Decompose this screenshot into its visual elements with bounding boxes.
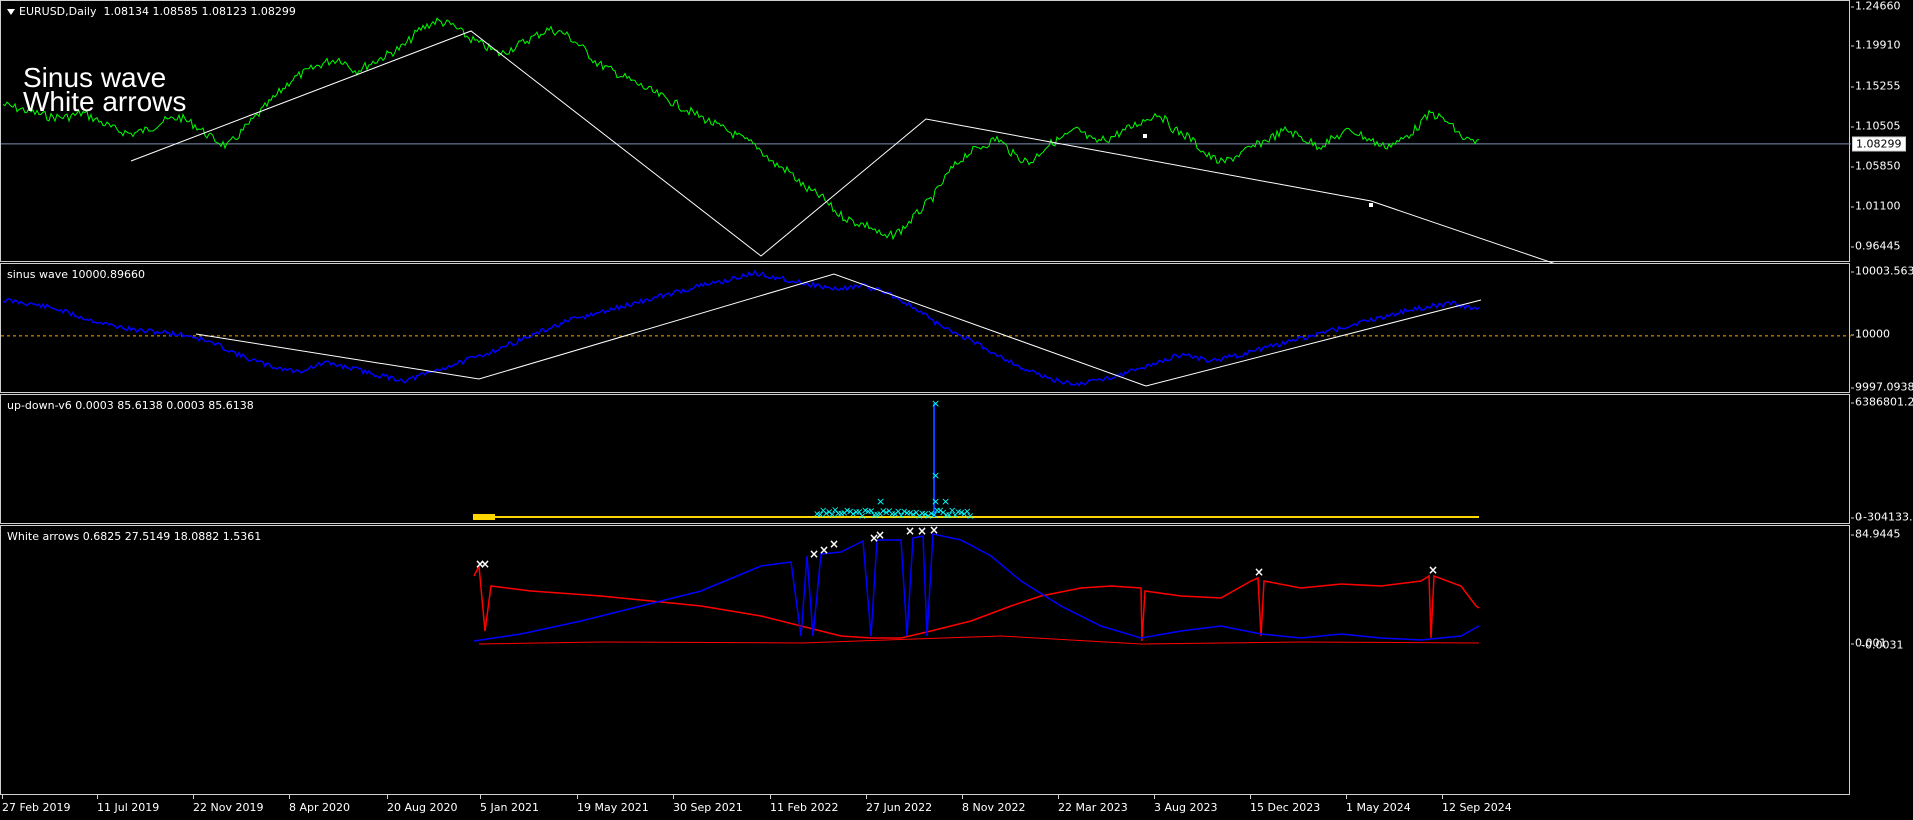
sinus-series [2,269,1480,387]
time-label: 12 Sep 2024 [1442,795,1512,814]
time-label: 8 Apr 2020 [289,795,351,814]
time-label: 22 Mar 2023 [1058,795,1128,814]
current-price-tag: 1.08299 [1852,136,1906,152]
up-down-axis[interactable]: 6386801.2 0 -304133.39 [1851,394,1913,524]
price-tick: 0.96445 [1851,239,1901,253]
price-chart-svg [1,17,1851,263]
time-label: 8 Nov 2022 [962,795,1026,814]
sinus-wave-label: sinus wave 10000.89660 [7,268,145,281]
price-tick: 1.10505 [1851,119,1901,133]
time-axis[interactable]: 27 Feb 2019 11 Jul 2019 22 Nov 2019 8 Apr 2… [0,795,1850,820]
white-arrow-marker: × [819,543,829,557]
white-arrow-marker: × [1254,565,1264,579]
white-arrow-marker: × [917,526,927,538]
ohlc-values: 1.08134 1.08585 1.08123 1.08299 [103,5,296,18]
white-arrows-pane[interactable]: × × × × × × × × × × × × White arrows 0.6825 27.5149… [0,525,1850,795]
white-arrow-marker: × [829,537,839,551]
time-label: 22 Nov 2019 [193,795,264,814]
wave-anchor-point [1369,203,1373,207]
overlay-label-arrows: White arrows [23,86,187,117]
up-down-cross-marker: × [876,495,885,508]
red-indicator-line [473,563,1480,642]
sinus-axis[interactable]: 10003.563 10000 9997.0938 [1851,263,1913,394]
up-down-pane[interactable]: × × × × × × × × × × × × × × × × × × × × × × × × × × × × × × × × × × × × × × × ×… [0,394,1850,524]
dropdown-triangle-icon[interactable] [7,9,15,15]
symbol-header: EURUSD,Daily 1.08134 1.08585 1.08123 1.0… [7,5,296,18]
sinus-tick: 10000 [1851,327,1890,341]
price-tick: 1.05850 [1851,159,1901,173]
time-label: 11 Feb 2022 [770,795,839,814]
time-label: 11 Jul 2019 [97,795,160,814]
wave-anchor-point [1143,134,1147,138]
main-chart-pane[interactable]: EURUSD,Daily 1.08134 1.08585 1.08123 1.0… [0,0,1851,263]
blue-indicator-line [473,533,1480,642]
up-down-cross-marker: × [941,495,950,508]
white-arrow-marker: × [1428,563,1438,577]
up-down-cross-marker: × [931,469,940,482]
up-down-label: up-down-v6 0.0003 85.6138 0.0003 85.6138 [7,399,254,412]
time-label: 20 Aug 2020 [387,795,458,814]
white-arrows-svg: ××× × × ×× × × ×× × [473,526,1480,645]
time-label: 27 Feb 2019 [2,795,71,814]
arrows-axis[interactable]: 84.9445 0.001 -0.0031 [1851,525,1913,795]
sinus-tick: 10003.563 [1851,264,1913,278]
arrows-tick: 84.9445 [1851,527,1901,541]
up-down-cross-marker: × [931,495,940,508]
price-series [2,17,1480,241]
time-label: 27 Jun 2022 [866,795,933,814]
white-arrow-marker: × [875,528,885,542]
white-arrow-marker: × [905,526,915,538]
price-tick: 1.19910 [1851,38,1901,52]
arrows-tick: -0.0031 [1856,638,1904,652]
price-tick: 1.24660 [1851,0,1901,13]
time-label: 1 May 2024 [1346,795,1411,814]
up-down-cross-marker: × [931,397,940,410]
white-arrow-marker: × [809,547,819,561]
symbol-label: EURUSD,Daily [19,5,97,18]
white-arrow-marker: × [929,526,939,537]
up-down-tick: 6386801.2 [1851,395,1913,409]
sinus-wave-svg [1,269,1851,387]
red-baseline-line [478,635,1480,645]
time-label: 19 May 2021 [577,795,649,814]
up-down-cross-marker: × [966,511,974,522]
up-down-tick: -304133.39 [1858,511,1913,524]
up-down-marker-cluster [473,514,495,520]
sinus-wave-pane[interactable]: sinus wave 10000.89660 [0,263,1851,393]
time-label: 30 Sep 2021 [673,795,743,814]
white-arrows-label: White arrows 0.6825 27.5149 18.0882 1.53… [7,530,262,543]
white-arrow-marker: × [480,557,490,571]
price-axis[interactable]: 1.24660 1.19910 1.15255 1.10505 1.05850 … [1851,0,1913,262]
time-label: 15 Dec 2023 [1250,795,1321,814]
time-label: 5 Jan 2021 [480,795,539,814]
price-tick: 1.15255 [1851,79,1901,93]
time-label: 3 Aug 2023 [1154,795,1218,814]
zigzag-wave-line [130,30,1555,263]
price-tick: 1.01100 [1851,199,1901,213]
sinus-tick: 9997.0938 [1851,380,1913,394]
up-down-svg: ××××××××××××××××××××××××××××××××××××××××… [473,397,1479,522]
